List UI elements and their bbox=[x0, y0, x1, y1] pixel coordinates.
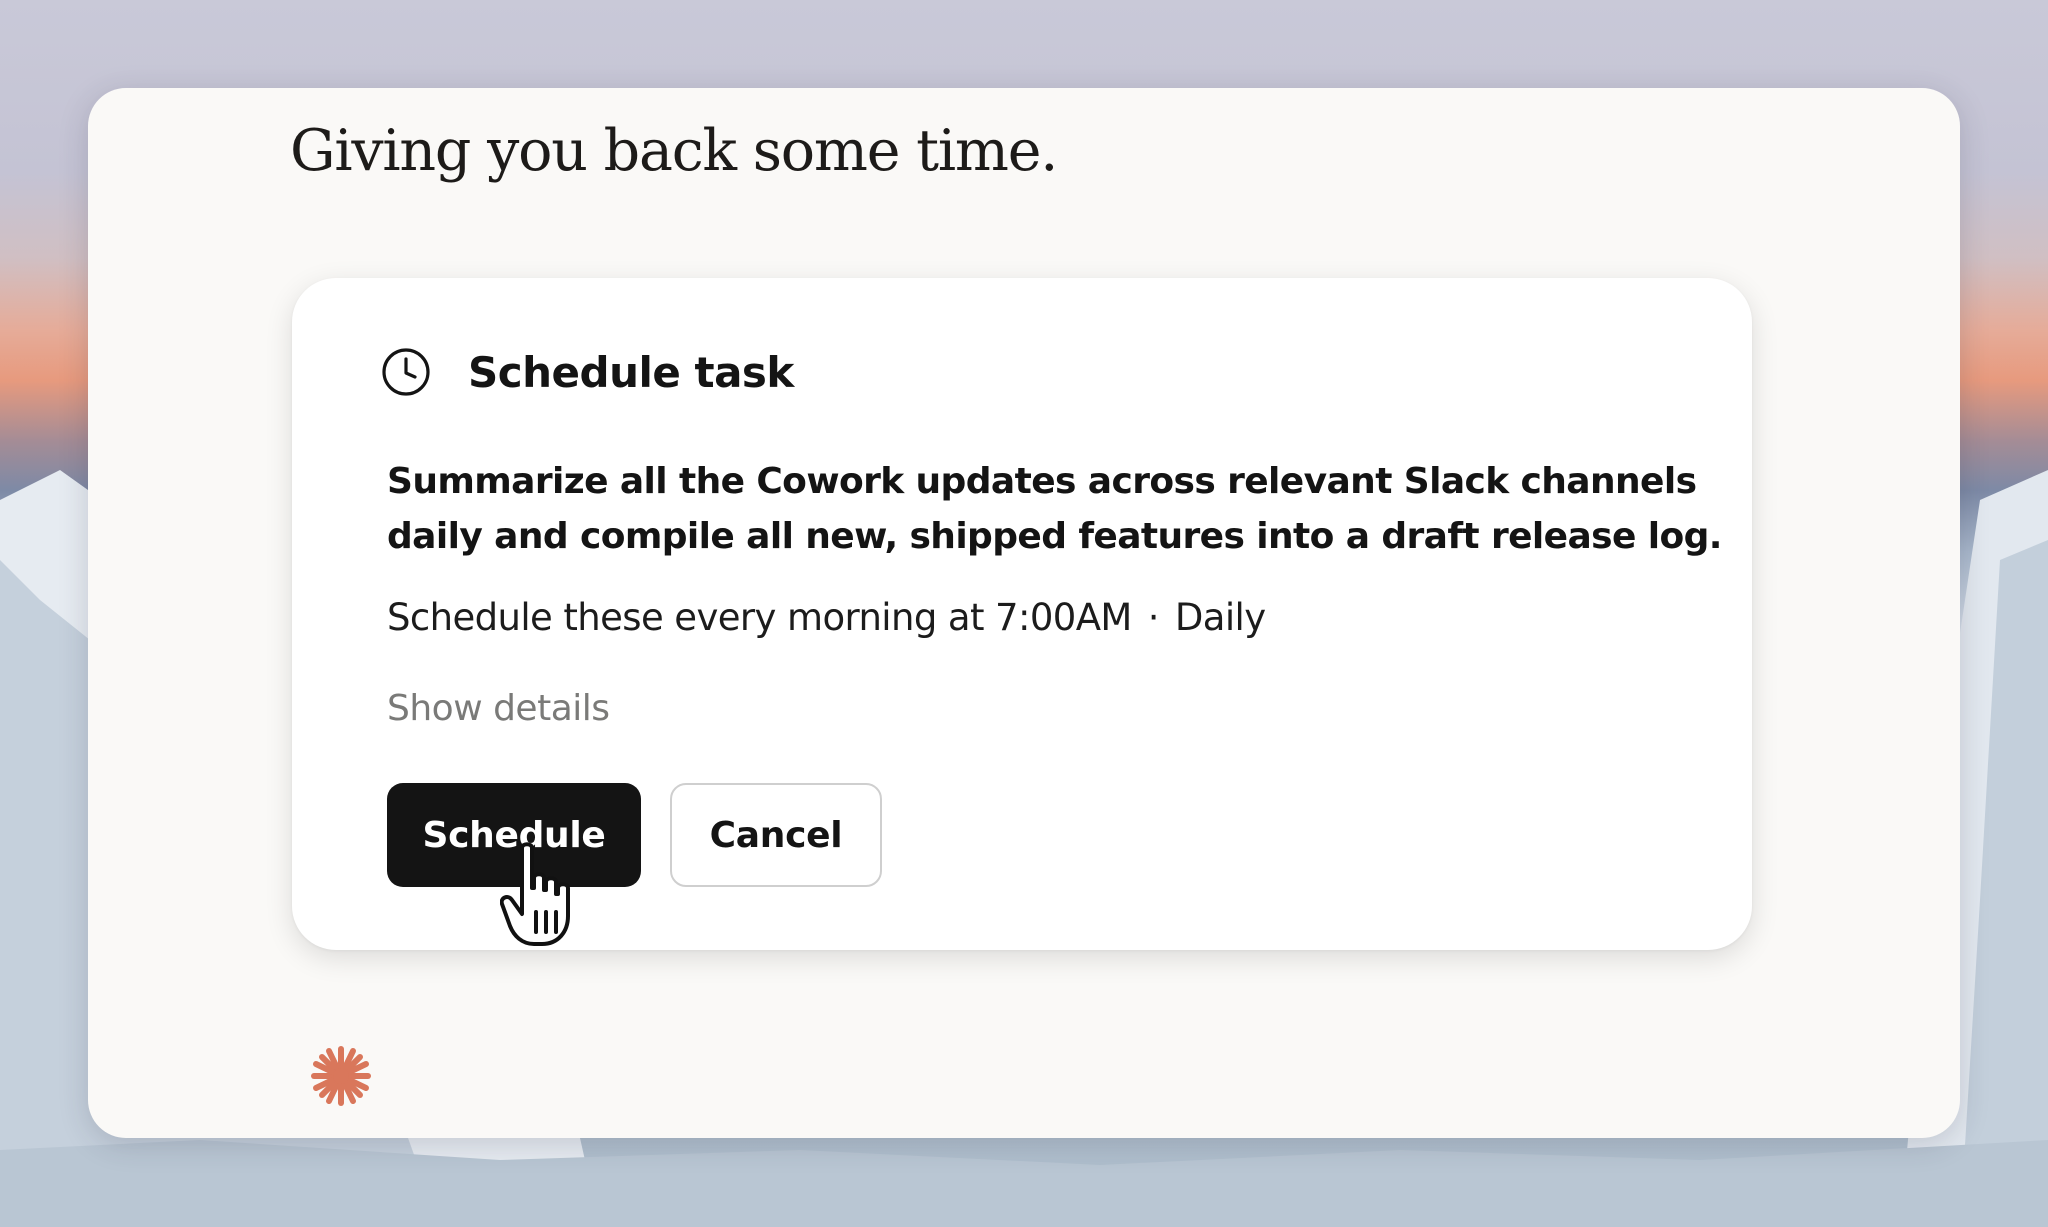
clock-icon bbox=[382, 348, 430, 396]
cancel-button[interactable]: Cancel bbox=[670, 783, 882, 887]
asterisk-logo-icon bbox=[311, 1046, 371, 1106]
schedule-frequency: Daily bbox=[1174, 596, 1266, 639]
page-headline: Giving you back some time. bbox=[290, 118, 1058, 184]
schedule-summary: Schedule these every morning at 7:00AM · D… bbox=[387, 596, 1266, 639]
separator-dot: · bbox=[1147, 596, 1160, 639]
task-description: Summarize all the Cowork updates across … bbox=[387, 461, 1722, 557]
card-title: Schedule task bbox=[468, 347, 794, 397]
show-details-link[interactable]: Show details bbox=[387, 688, 610, 729]
hand-pointer-icon bbox=[500, 842, 570, 946]
schedule-time-text: Schedule these every morning at 7:00AM bbox=[387, 596, 1132, 639]
card-header: Schedule task bbox=[380, 346, 794, 398]
